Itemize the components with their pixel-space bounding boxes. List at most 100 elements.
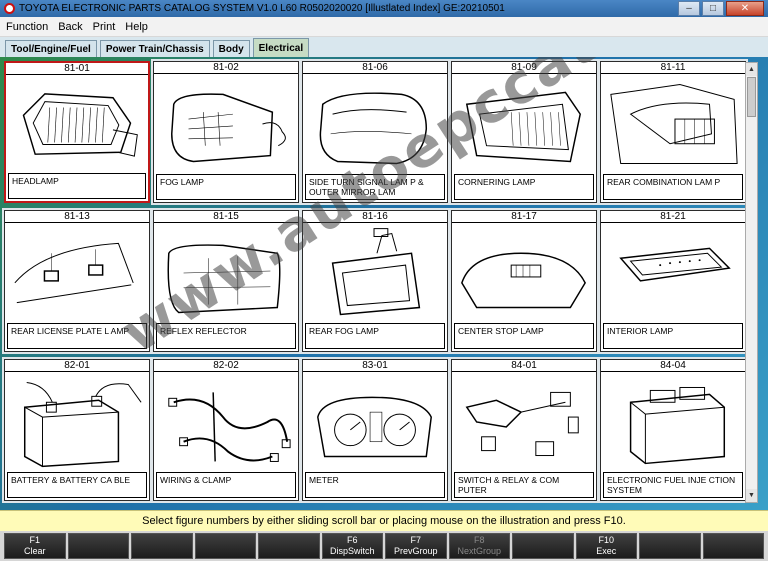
figure-cell-81-01[interactable]: 81-01 HEADLAMP [4, 61, 150, 203]
figure-cell-81-06[interactable]: 81-06 SIDE TURN SIGNAL LAM P & OUTER MIRR… [300, 59, 450, 205]
fkey-f8-button[interactable]: F8 NextGroup [448, 533, 510, 559]
tab-electrical[interactable]: Electrical [252, 38, 310, 57]
figure-number: 81-09 [452, 62, 596, 74]
figure-cell-81-11[interactable]: 81-11 REAR COMBINATION LAM P [598, 59, 748, 205]
fkey-blank-button[interactable] [67, 533, 129, 559]
window-title: TOYOTA ELECTRONIC PARTS CATALOG SYSTEM V… [19, 3, 505, 14]
figure-number: 81-21 [601, 211, 745, 223]
fkey-f1-button[interactable]: F1 Clear [4, 533, 66, 559]
fkey-blank-button[interactable] [194, 533, 256, 559]
scroll-up-icon[interactable]: ▲ [746, 63, 757, 76]
menu-help[interactable]: Help [125, 21, 148, 33]
fkey-blank-button[interactable] [131, 533, 193, 559]
fkey-number: F10 [598, 535, 614, 545]
fkey-blank-button[interactable] [258, 533, 320, 559]
fkey-label: NextGroup [457, 546, 502, 556]
figure-label: REFLEX REFLECTOR [156, 323, 296, 349]
fkey-f10-button[interactable]: F10 Exec [575, 533, 637, 559]
figure-label: ELECTRONIC FUEL INJE CTION SYSTEM [603, 472, 743, 498]
fkey-label: Clear [23, 546, 46, 556]
figure-number: 81-16 [303, 211, 447, 223]
figure-number: 81-15 [154, 211, 298, 223]
title-bar: TOYOTA ELECTRONIC PARTS CATALOG SYSTEM V… [0, 0, 768, 17]
figure-number: 81-01 [6, 63, 148, 75]
figure-number: 84-04 [601, 360, 745, 372]
rear-combination-lamp-icon[interactable] [601, 74, 745, 174]
wiring-harness-icon[interactable] [154, 372, 298, 472]
close-button[interactable]: ✕ [726, 1, 764, 16]
status-bar: Select figure numbers by either sliding … [0, 510, 768, 531]
cornering-lamp-icon[interactable] [452, 74, 596, 174]
figure-cell-82-02[interactable]: 82-02 WIRING & CLAMP [151, 357, 301, 503]
fkey-number: F8 [473, 535, 485, 545]
figure-cell-81-13[interactable]: 81-13 REAR LICENSE PLATE L AMP [2, 208, 152, 354]
figure-number: 83-01 [303, 360, 447, 372]
status-text: Select figure numbers by either sliding … [142, 515, 626, 527]
tab-power-train-chassis[interactable]: Power Train/Chassis [99, 40, 210, 57]
center-stop-lamp-icon[interactable] [452, 223, 596, 323]
fkey-blank-button[interactable] [512, 533, 574, 559]
menu-bar: Function Back Print Help [0, 17, 768, 37]
rear-fog-lamp-icon[interactable] [303, 223, 447, 323]
figure-label: WIRING & CLAMP [156, 472, 296, 498]
figure-number: 82-01 [5, 360, 149, 372]
ecu-icon[interactable] [601, 372, 745, 472]
figure-cell-81-16[interactable]: 81-16 REAR FOG LAMP [300, 208, 450, 354]
figure-cell-81-09[interactable]: 81-09 CORNERING LAMP [449, 59, 599, 205]
figure-cell-81-17[interactable]: 81-17 CENTER STOP LAMP [449, 208, 599, 354]
headlamp-icon[interactable] [6, 75, 148, 175]
tab-tool-engine-fuel[interactable]: Tool/Engine/Fuel [5, 40, 97, 57]
fkey-blank-button[interactable] [639, 533, 701, 559]
figure-label: SWITCH & RELAY & COM PUTER [454, 472, 594, 498]
fkey-f6-button[interactable]: F6 DispSwitch [321, 533, 383, 559]
menu-back[interactable]: Back [58, 21, 82, 33]
maximize-button[interactable]: □ [702, 1, 724, 16]
figure-cell-84-04[interactable]: 84-04 ELECTRONIC FUEL INJE CTION SYSTEM [598, 357, 748, 503]
fkey-label: DispSwitch [329, 546, 375, 556]
figure-cell-81-15[interactable]: 81-15 REFLEX REFLECTOR [151, 208, 301, 354]
figure-cell-81-21[interactable]: 81-21 INTERIOR LAMP [598, 208, 748, 354]
illustration-grid: 81-01 HEADLAMP 81-02 FOG LAMP 81-06 SIDE TURN… [0, 57, 768, 510]
figure-label: CENTER STOP LAMP [454, 323, 594, 349]
menu-print[interactable]: Print [93, 21, 116, 33]
vertical-scrollbar[interactable]: ▲ ▼ [745, 62, 758, 503]
menu-function[interactable]: Function [6, 21, 48, 33]
switch-relay-icon[interactable] [452, 372, 596, 472]
figure-cell-81-02[interactable]: 81-02 FOG LAMP [151, 59, 301, 205]
figure-number: 81-17 [452, 211, 596, 223]
license-plate-lamp-icon[interactable] [5, 223, 149, 323]
figure-cell-84-01[interactable]: 84-01 SWITCH & RELAY & COM PUTER [449, 357, 599, 503]
figure-cell-82-01[interactable]: 82-01 BATTERY & BATTERY CA BLE [2, 357, 152, 503]
figure-number: 81-02 [154, 62, 298, 74]
figure-number: 81-11 [601, 62, 745, 74]
fkey-blank-button[interactable] [702, 533, 764, 559]
figure-label: REAR FOG LAMP [305, 323, 445, 349]
tab-body[interactable]: Body [212, 40, 250, 57]
category-tabs: Tool/Engine/Fuel Power Train/Chassis Bod… [0, 37, 768, 57]
fkey-label: PrevGroup [393, 546, 438, 556]
figure-cell-83-01[interactable]: 83-01 METER [300, 357, 450, 503]
figure-label: SIDE TURN SIGNAL LAM P & OUTER MIRROR LA… [305, 174, 445, 200]
figure-label: HEADLAMP [8, 173, 146, 199]
function-key-bar: F1 Clear F6 DispSwitch F7 PrevGroup F8 NextGrou… [0, 531, 768, 561]
side-turn-signal-icon[interactable] [303, 74, 447, 174]
figure-label: CORNERING LAMP [454, 174, 594, 200]
figure-label: FOG LAMP [156, 174, 296, 200]
fog-lamp-icon[interactable] [154, 74, 298, 174]
battery-icon[interactable] [5, 372, 149, 472]
scroll-thumb[interactable] [747, 77, 756, 117]
fkey-f7-button[interactable]: F7 PrevGroup [385, 533, 447, 559]
figure-label: REAR LICENSE PLATE L AMP [7, 323, 147, 349]
fkey-number: F7 [410, 535, 421, 545]
interior-lamp-icon[interactable] [601, 223, 745, 323]
fkey-number: F1 [29, 535, 40, 545]
figure-number: 84-01 [452, 360, 596, 372]
reflex-reflector-icon[interactable] [154, 223, 298, 323]
fkey-number: F6 [346, 535, 358, 545]
scroll-down-icon[interactable]: ▼ [746, 489, 757, 502]
meter-cluster-icon[interactable] [303, 372, 447, 472]
figure-label: BATTERY & BATTERY CA BLE [7, 472, 147, 498]
toyota-logo-icon [4, 3, 15, 14]
figure-number: 82-02 [154, 360, 298, 372]
minimize-button[interactable]: – [678, 1, 700, 16]
